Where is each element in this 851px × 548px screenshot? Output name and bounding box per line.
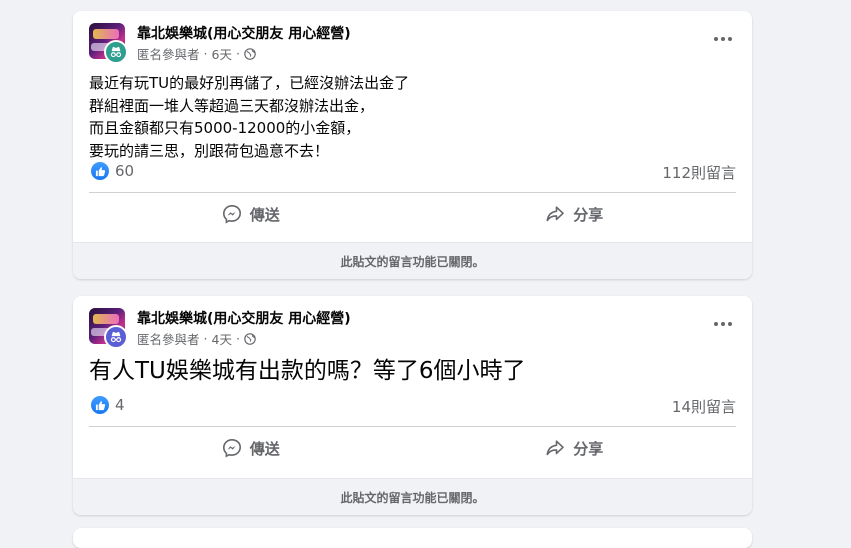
comment-count[interactable]: 112則留言 xyxy=(662,162,736,183)
share-label: 分享 xyxy=(573,439,604,458)
globe-icon xyxy=(244,332,256,345)
meta-separator: · xyxy=(235,46,240,61)
post-time[interactable]: 4天 xyxy=(212,329,232,348)
meta-separator: · xyxy=(203,46,208,61)
send-label: 傳送 xyxy=(249,205,280,224)
post-stats: 60 112則留言 xyxy=(89,160,736,184)
share-button[interactable]: 分享 xyxy=(413,428,737,468)
comments-closed-notice: 此貼文的留言功能已關閉。 xyxy=(73,478,752,515)
post-time[interactable]: 6天 xyxy=(212,44,232,63)
share-label: 分享 xyxy=(573,205,604,224)
send-button[interactable]: 傳送 xyxy=(89,194,413,234)
thumbs-up-icon[interactable] xyxy=(91,396,109,414)
send-label: 傳送 xyxy=(249,439,280,458)
post-meta: 匿名參與者 · 4天 · xyxy=(137,329,256,348)
post-body: 有人TU娛樂城有出款的嗎？等了6個小時了 xyxy=(89,358,526,384)
post-meta: 匿名參與者 · 6天 · xyxy=(137,44,256,63)
author-name[interactable]: 匿名參與者 xyxy=(137,44,200,63)
comments-closed-notice: 此貼文的留言功能已關閉。 xyxy=(73,242,752,279)
meta-separator: · xyxy=(203,331,208,346)
like-count[interactable]: 60 xyxy=(115,162,134,180)
meta-separator: · xyxy=(235,331,240,346)
post-header: 靠北娛樂城(用心交朋友 用心經營) 匿名參與者 · 6天 · xyxy=(89,23,736,65)
anonymous-incognito-icon xyxy=(104,40,128,64)
post-card: 靠北娛樂城(用心交朋友 用心經營) 匿名參與者 · 6天 · 最近有玩TU的最好… xyxy=(73,11,752,279)
divider xyxy=(89,192,736,193)
post-actions: 傳送 分享 xyxy=(89,194,736,234)
like-count[interactable]: 4 xyxy=(115,396,125,414)
post-stats: 4 14則留言 xyxy=(89,394,736,418)
author-name[interactable]: 匿名參與者 xyxy=(137,329,200,348)
post-actions: 傳送 分享 xyxy=(89,428,736,468)
more-options-icon[interactable] xyxy=(708,314,738,334)
anonymous-incognito-icon xyxy=(104,325,128,349)
group-name-link[interactable]: 靠北娛樂城(用心交朋友 用心經營) xyxy=(137,308,351,328)
more-options-icon[interactable] xyxy=(708,29,738,49)
group-name-link[interactable]: 靠北娛樂城(用心交朋友 用心經營) xyxy=(137,23,351,43)
messenger-icon xyxy=(222,204,241,224)
share-arrow-icon xyxy=(546,206,565,222)
globe-icon xyxy=(244,47,256,60)
post-body: 最近有玩TU的最好別再儲了，已經沒辦法出金了 群組裡面一堆人等超過三天都沒辦法出… xyxy=(89,74,410,160)
post-header: 靠北娛樂城(用心交朋友 用心經營) 匿名參與者 · 4天 · xyxy=(89,308,736,350)
divider xyxy=(89,426,736,427)
post-card: 靠北娛樂城(用心交朋友 用心經營) 匿名參與者 · 4天 · 有人TU娛樂城有出… xyxy=(73,296,752,515)
messenger-icon xyxy=(222,438,241,458)
share-arrow-icon xyxy=(546,440,565,456)
comment-count[interactable]: 14則留言 xyxy=(672,396,736,417)
send-button[interactable]: 傳送 xyxy=(89,428,413,468)
post-card-partial xyxy=(73,528,752,548)
thumbs-up-icon[interactable] xyxy=(91,162,109,180)
share-button[interactable]: 分享 xyxy=(413,194,737,234)
